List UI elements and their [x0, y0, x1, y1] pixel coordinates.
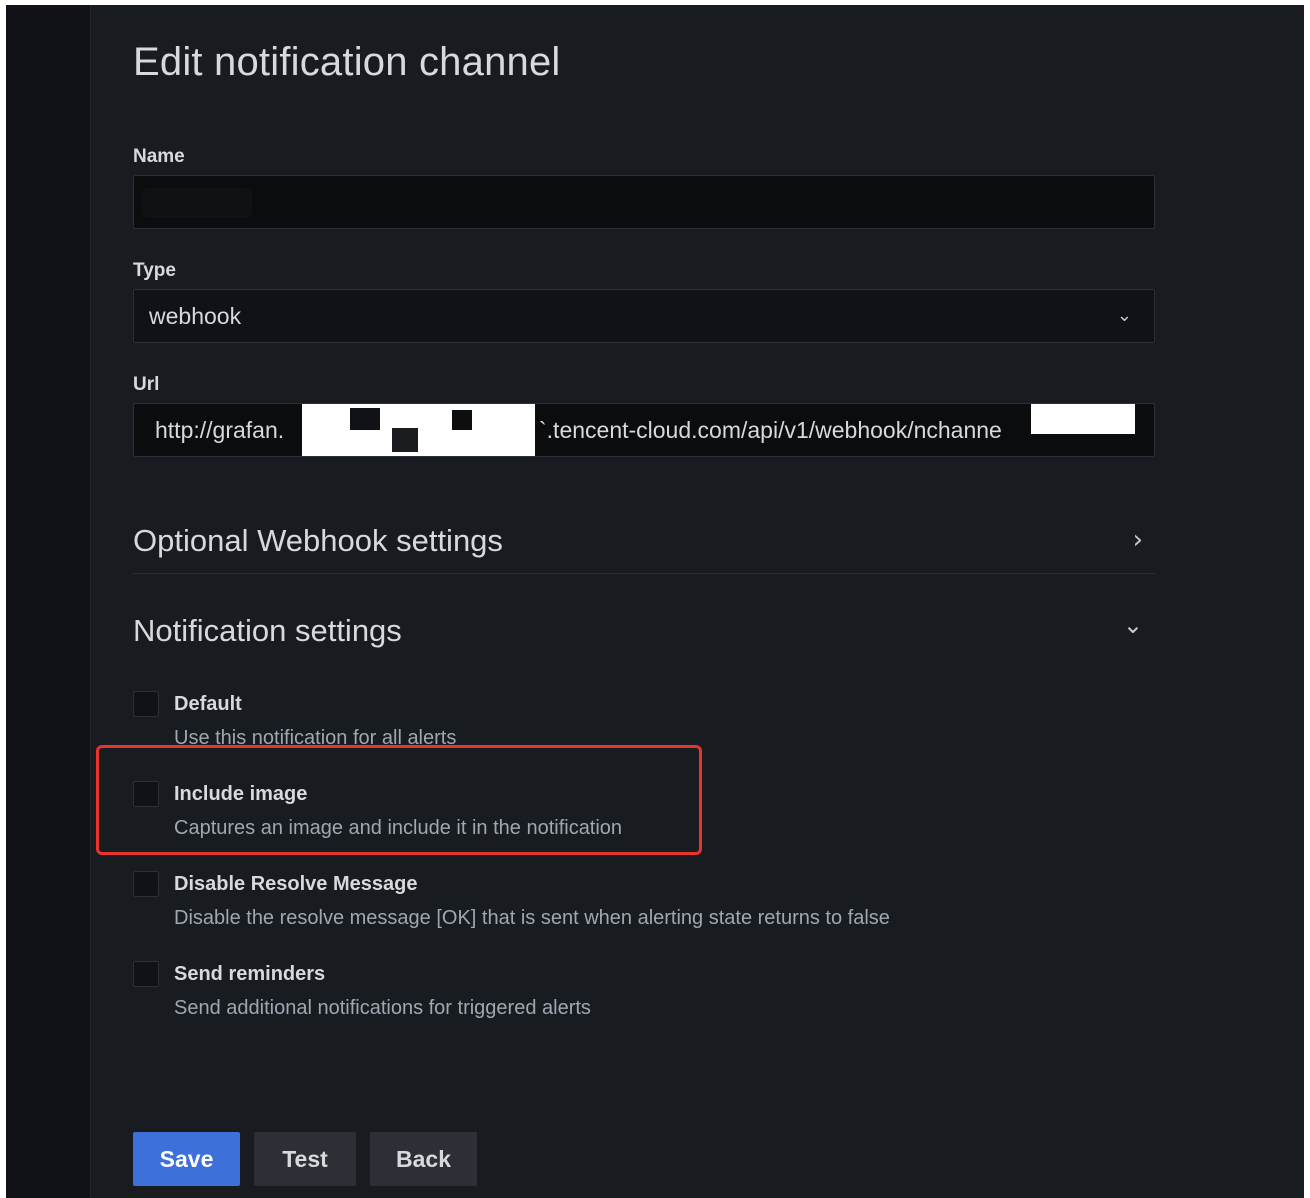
back-button[interactable]: Back — [370, 1132, 477, 1186]
type-label: Type — [133, 260, 176, 281]
disable-resolve-message-checkbox[interactable] — [133, 871, 159, 897]
redacted-area — [302, 404, 535, 456]
option-send-reminders: Send reminders Send additional notificat… — [133, 961, 1033, 1031]
default-checkbox[interactable] — [133, 691, 159, 717]
name-input[interactable] — [133, 175, 1155, 229]
option-description: Send additional notifications for trigge… — [174, 997, 591, 1019]
side-menu — [6, 5, 91, 1198]
test-button[interactable]: Test — [254, 1132, 356, 1186]
redacted-area — [142, 188, 252, 218]
name-label: Name — [133, 146, 185, 167]
optional-webhook-settings-title: Optional Webhook settings — [133, 523, 503, 558]
url-label: Url — [133, 374, 160, 395]
option-description: Disable the resolve message [OK] that is… — [174, 907, 890, 929]
option-label: Default — [174, 693, 242, 715]
option-disable-resolve-message: Disable Resolve Message Disable the reso… — [133, 871, 1033, 941]
page-title: Edit notification channel — [133, 40, 561, 84]
annotation-highlight-box — [96, 745, 702, 855]
redacted-area — [1031, 404, 1135, 434]
option-label: Disable Resolve Message — [174, 873, 418, 895]
chevron-down-icon[interactable]: ⌄ — [1123, 611, 1143, 639]
option-label: Send reminders — [174, 963, 326, 985]
chevron-right-icon[interactable]: › — [1133, 525, 1143, 555]
send-reminders-checkbox[interactable] — [133, 961, 159, 987]
notification-settings-title: Notification settings — [133, 613, 402, 648]
url-value-start: http://grafan. — [155, 417, 285, 443]
url-value-end: `.tencent-cloud.com/api/v1/webhook/nchan… — [539, 417, 1002, 443]
notification-settings-header[interactable]: Notification settings ⌄ — [133, 605, 1155, 665]
app-window: Edit notification channel Name Type webh… — [6, 5, 1304, 1198]
type-select[interactable]: webhook ⌄ — [133, 289, 1155, 343]
type-value: webhook — [149, 303, 242, 329]
save-button[interactable]: Save — [133, 1132, 240, 1186]
optional-webhook-settings-header[interactable]: Optional Webhook settings › — [133, 515, 1155, 575]
chevron-down-icon: ⌄ — [1116, 305, 1132, 326]
url-input[interactable]: http://grafan. `.tencent-cloud.com/api/v… — [133, 403, 1155, 457]
section-divider — [133, 573, 1155, 574]
